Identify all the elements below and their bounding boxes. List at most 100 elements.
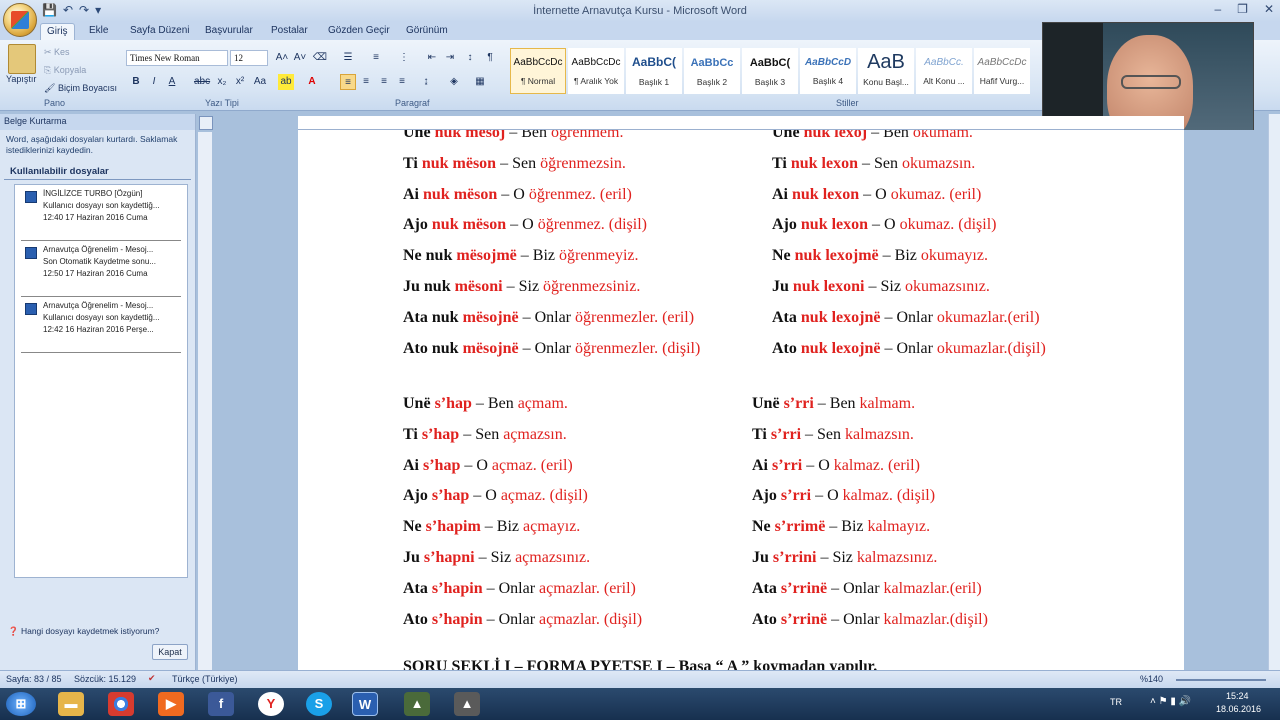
align-right-icon[interactable]: ≡ bbox=[376, 74, 392, 90]
decrease-indent-icon[interactable]: ⇤ bbox=[424, 50, 440, 66]
subscript-icon[interactable]: x₂ bbox=[214, 74, 230, 90]
justify-icon[interactable]: ≡ bbox=[394, 74, 410, 90]
close-button[interactable]: Kapat bbox=[152, 644, 188, 660]
style-baslik-2[interactable]: AaBbCc Başlık 2 bbox=[684, 48, 740, 94]
pronoun-label: Unë bbox=[772, 130, 800, 141]
albanian-verb: s’hap bbox=[434, 395, 472, 412]
facebook-icon[interactable]: f bbox=[208, 692, 234, 716]
shading-icon[interactable]: ◈ bbox=[446, 74, 462, 90]
style-baslik-1[interactable]: AaBbC(Başlık 1 bbox=[626, 48, 682, 94]
numbering-icon[interactable]: ≡ bbox=[368, 50, 384, 66]
align-center-icon[interactable]: ≡ bbox=[358, 74, 374, 90]
grow-font-icon[interactable]: A˄ bbox=[274, 50, 290, 66]
albanian-verb: mësoni bbox=[454, 278, 503, 295]
word-count[interactable]: Sözcük: 15.129 bbox=[74, 674, 136, 684]
list-item[interactable]: Arnavutça Öğrenelim - Mesoj... Kullanıcı … bbox=[21, 297, 181, 353]
style-normal[interactable]: AaBbCcDc ¶ Normal bbox=[510, 48, 566, 94]
list-item[interactable]: İNGİLİZCE TURBO [Özgün] Kullanıcı dosyayı… bbox=[21, 185, 181, 241]
skype-icon[interactable]: S bbox=[306, 692, 332, 716]
page-counter[interactable]: Sayfa: 83 / 85 bbox=[6, 674, 62, 684]
clock-time[interactable]: 15:24 bbox=[1226, 691, 1249, 701]
borders-icon[interactable]: ▦ bbox=[472, 74, 488, 90]
font-name-box[interactable]: Times New Roman bbox=[126, 50, 228, 66]
help-question-link[interactable]: ❓ Hangi dosyayı kaydetmek istiyorum? bbox=[8, 626, 159, 637]
paste-button[interactable]: Yapıştır bbox=[6, 74, 36, 84]
bullets-icon[interactable]: ☰ bbox=[340, 50, 356, 66]
albanian-verb: mësojmë bbox=[456, 247, 517, 265]
office-button[interactable] bbox=[3, 3, 37, 37]
minimize-icon[interactable]: – bbox=[1214, 2, 1221, 16]
explorer-icon[interactable]: ▬ bbox=[58, 692, 84, 716]
turkish-verb: öğrenmeyiz. bbox=[559, 247, 639, 265]
available-files-heading: Kullanılabilir dosyalar bbox=[4, 160, 191, 180]
document-page[interactable]: Unë nuk mësoj – Ben öğrenmem. Unë nuk lex… bbox=[298, 130, 1184, 670]
line-spacing-icon[interactable]: ↨ bbox=[418, 74, 434, 90]
show-marks-icon[interactable]: ¶ bbox=[482, 50, 498, 66]
yandex-icon[interactable]: Y bbox=[258, 692, 284, 716]
style-baslik-4[interactable]: AaBbCcD Başlık 4 bbox=[800, 48, 856, 94]
superscript-icon[interactable]: x² bbox=[232, 74, 248, 90]
font-color-icon[interactable]: A bbox=[304, 74, 320, 90]
turkish-verb: öğrenmez. (dişil) bbox=[537, 216, 647, 234]
turkish-pronoun: – O bbox=[806, 456, 830, 474]
tab-postalar[interactable]: Postalar bbox=[271, 25, 308, 36]
tray-icons[interactable]: ˄ ⚑ ▮ 🔊 bbox=[1150, 696, 1191, 707]
increase-indent-icon[interactable]: ⇥ bbox=[442, 50, 458, 66]
word-icon[interactable]: W bbox=[352, 692, 378, 716]
turkish-verb: kalmam. bbox=[859, 395, 916, 412]
app-icon-1[interactable]: ▲ bbox=[404, 692, 430, 716]
paste-icon[interactable] bbox=[8, 44, 36, 74]
media-player-icon[interactable]: ▶ bbox=[158, 692, 184, 716]
window-controls: – ❐ ✕ bbox=[1214, 2, 1274, 16]
style-alt-konu[interactable]: AaBbCc. Alt Konu ... bbox=[916, 48, 972, 94]
zoom-level[interactable]: %140 bbox=[1140, 674, 1163, 684]
change-case-icon[interactable]: Aa bbox=[252, 74, 268, 90]
style-hafif-vurgu[interactable]: AaBbCcDc Hafif Vurg... bbox=[974, 48, 1030, 94]
cut-button[interactable]: ✂ Kes bbox=[44, 47, 70, 58]
sort-icon[interactable]: ↕ bbox=[462, 50, 478, 66]
tab-basvurular[interactable]: Başvurular bbox=[205, 25, 253, 36]
font-size-box[interactable]: 12 bbox=[230, 50, 268, 66]
bold-icon[interactable]: B bbox=[128, 74, 144, 90]
start-button[interactable]: ⊞ bbox=[6, 692, 36, 716]
albanian-verb: nuk mëson bbox=[423, 185, 498, 203]
document-area[interactable]: Unë nuk mësoj – Ben öğrenmem. Unë nuk lex… bbox=[212, 130, 1268, 670]
app-icon-2[interactable]: ▲ bbox=[454, 692, 480, 716]
style-baslik-3[interactable]: AaBbC(Başlık 3 bbox=[742, 48, 798, 94]
format-painter-button[interactable]: 🖌 Biçim Boyacısı bbox=[44, 83, 117, 94]
pronoun-label: Ju bbox=[403, 549, 420, 566]
language-bar[interactable]: TR bbox=[1110, 697, 1122, 707]
document-line-left: Ai nuk mëson – O öğrenmez. (eril) bbox=[403, 186, 632, 204]
recovered-file-list[interactable]: İNGİLİZCE TURBO [Özgün] Kullanıcı dosyayı… bbox=[14, 184, 188, 578]
zoom-slider[interactable] bbox=[1176, 679, 1266, 681]
copy-button[interactable]: ⎘ Kopyala bbox=[44, 65, 86, 76]
tab-gorunum[interactable]: Görünüm bbox=[406, 25, 448, 36]
style-konu-basligi[interactable]: AaB Konu Başl... bbox=[858, 48, 914, 94]
multilevel-list-icon[interactable]: ⋮ bbox=[396, 50, 412, 66]
tab-ekle[interactable]: Ekle bbox=[89, 25, 108, 36]
chrome-icon[interactable] bbox=[108, 692, 134, 716]
close-icon[interactable]: ✕ bbox=[1264, 2, 1274, 16]
ruler-toggle-button[interactable] bbox=[199, 116, 213, 130]
underline-icon[interactable]: A bbox=[164, 74, 180, 90]
clock-date[interactable]: 18.06.2016 bbox=[1216, 704, 1261, 714]
italic-icon[interactable]: I bbox=[146, 74, 162, 90]
tab-sayfa-duzeni[interactable]: Sayfa Düzeni bbox=[130, 25, 189, 36]
document-line-right: Ju s’rrini – Siz kalmazsınız. bbox=[752, 549, 937, 567]
align-left-icon[interactable]: ≡ bbox=[340, 74, 356, 90]
maximize-icon[interactable]: ❐ bbox=[1237, 2, 1248, 16]
proofing-icon[interactable]: ✔ bbox=[148, 673, 156, 684]
document-line-right: Ato nuk lexojnë – Onlar okumazlar.(dişil… bbox=[772, 340, 1046, 358]
turkish-verb: kalmaz. (eril) bbox=[833, 456, 920, 474]
strikethrough-icon[interactable]: abc bbox=[194, 74, 210, 90]
vertical-scrollbar[interactable] bbox=[1268, 114, 1280, 670]
style-aralik-yok[interactable]: AaBbCcDc ¶ Aralık Yok bbox=[568, 48, 624, 94]
tab-gozden-gecir[interactable]: Gözden Geçir bbox=[328, 25, 390, 36]
list-item[interactable]: Arnavutça Öğrenelim - Mesoj... Son Otomat… bbox=[21, 241, 181, 297]
horizontal-ruler[interactable] bbox=[298, 116, 1184, 130]
highlight-icon[interactable]: ab bbox=[278, 74, 294, 90]
tab-giris[interactable]: Giriş bbox=[40, 23, 75, 41]
language-indicator[interactable]: Türkçe (Türkiye) bbox=[172, 674, 238, 684]
shrink-font-icon[interactable]: A˅ bbox=[292, 50, 308, 66]
clear-format-icon[interactable]: ⌫ bbox=[312, 50, 328, 66]
